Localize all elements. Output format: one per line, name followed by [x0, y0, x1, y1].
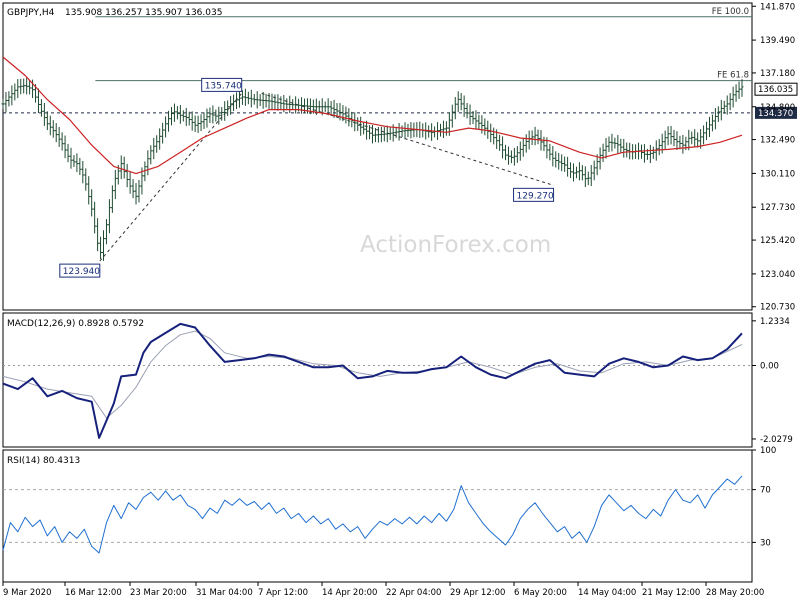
time-tick-label: 21 May 12:00 [642, 588, 700, 598]
price-axis-tick-label: 141.870 [760, 2, 795, 12]
rsi-axis-tick-label: 100 [760, 446, 776, 456]
time-tick-label: 14 Apr 20:00 [322, 588, 377, 598]
time-tick-label: 14 May 04:00 [578, 588, 636, 598]
price-axis-tick-label: 139.490 [760, 36, 795, 46]
price-axis-tick-label: 123.040 [760, 270, 795, 280]
watermark: ActionForex.com [360, 232, 551, 258]
price-axis-tick-label: 137.180 [760, 69, 795, 79]
price-axis-tick-label: 134.800 [760, 103, 795, 113]
macd-title: MACD(12,26,9) 0.8928 0.5792 [7, 319, 144, 329]
annotation-label: 135.740 [205, 81, 242, 91]
time-tick-label: 16 Mar 12:00 [65, 588, 122, 598]
annotation-label: 129.270 [517, 191, 554, 201]
time-tick-label: 23 Mar 20:00 [130, 588, 187, 598]
symbol-title: GBPJPY,H4 [7, 8, 55, 18]
time-tick-label: 9 Mar 2020 [3, 588, 51, 598]
rsi-title: RSI(14) 80.4313 [7, 456, 80, 466]
annotation-label: 123.940 [63, 267, 100, 277]
time-tick-label: 31 Mar 04:00 [196, 588, 253, 598]
chart-canvas: ActionForex.com GBPJPY,H4 135.908 136.25… [0, 0, 800, 600]
time-tick-label: 28 May 20:00 [706, 588, 764, 598]
rsi-axis-tick-label: 70 [760, 486, 771, 496]
macd-axis-tick-label: 1.2334 [760, 317, 790, 327]
time-tick-label: 22 Apr 04:00 [386, 588, 441, 598]
chart-window: ActionForex.com GBPJPY,H4 135.908 136.25… [0, 0, 800, 600]
price-axis-tick-label: 132.490 [760, 136, 795, 146]
chart-background [0, 0, 800, 600]
macd-axis-tick-label: 0.00 [760, 362, 779, 372]
time-tick-label: 7 Apr 12:00 [258, 588, 308, 598]
price-axis-tick-label: 120.730 [760, 303, 795, 313]
price-axis-tick-label: 130.110 [760, 169, 795, 179]
time-tick-label: 29 Apr 12:00 [450, 588, 505, 598]
level-label: FE 61.8 [717, 71, 749, 81]
price-axis-tick-label: 125.420 [760, 236, 795, 246]
current-price-label: 136.035 [758, 85, 793, 95]
time-tick-label: 6 May 20:00 [514, 588, 567, 598]
macd-axis-tick-label: -2.0279 [760, 435, 793, 445]
rsi-axis-tick-label: 30 [760, 538, 771, 548]
level-label: FE 100.0 [712, 7, 749, 17]
price-axis-tick-label: 127.730 [760, 203, 795, 213]
